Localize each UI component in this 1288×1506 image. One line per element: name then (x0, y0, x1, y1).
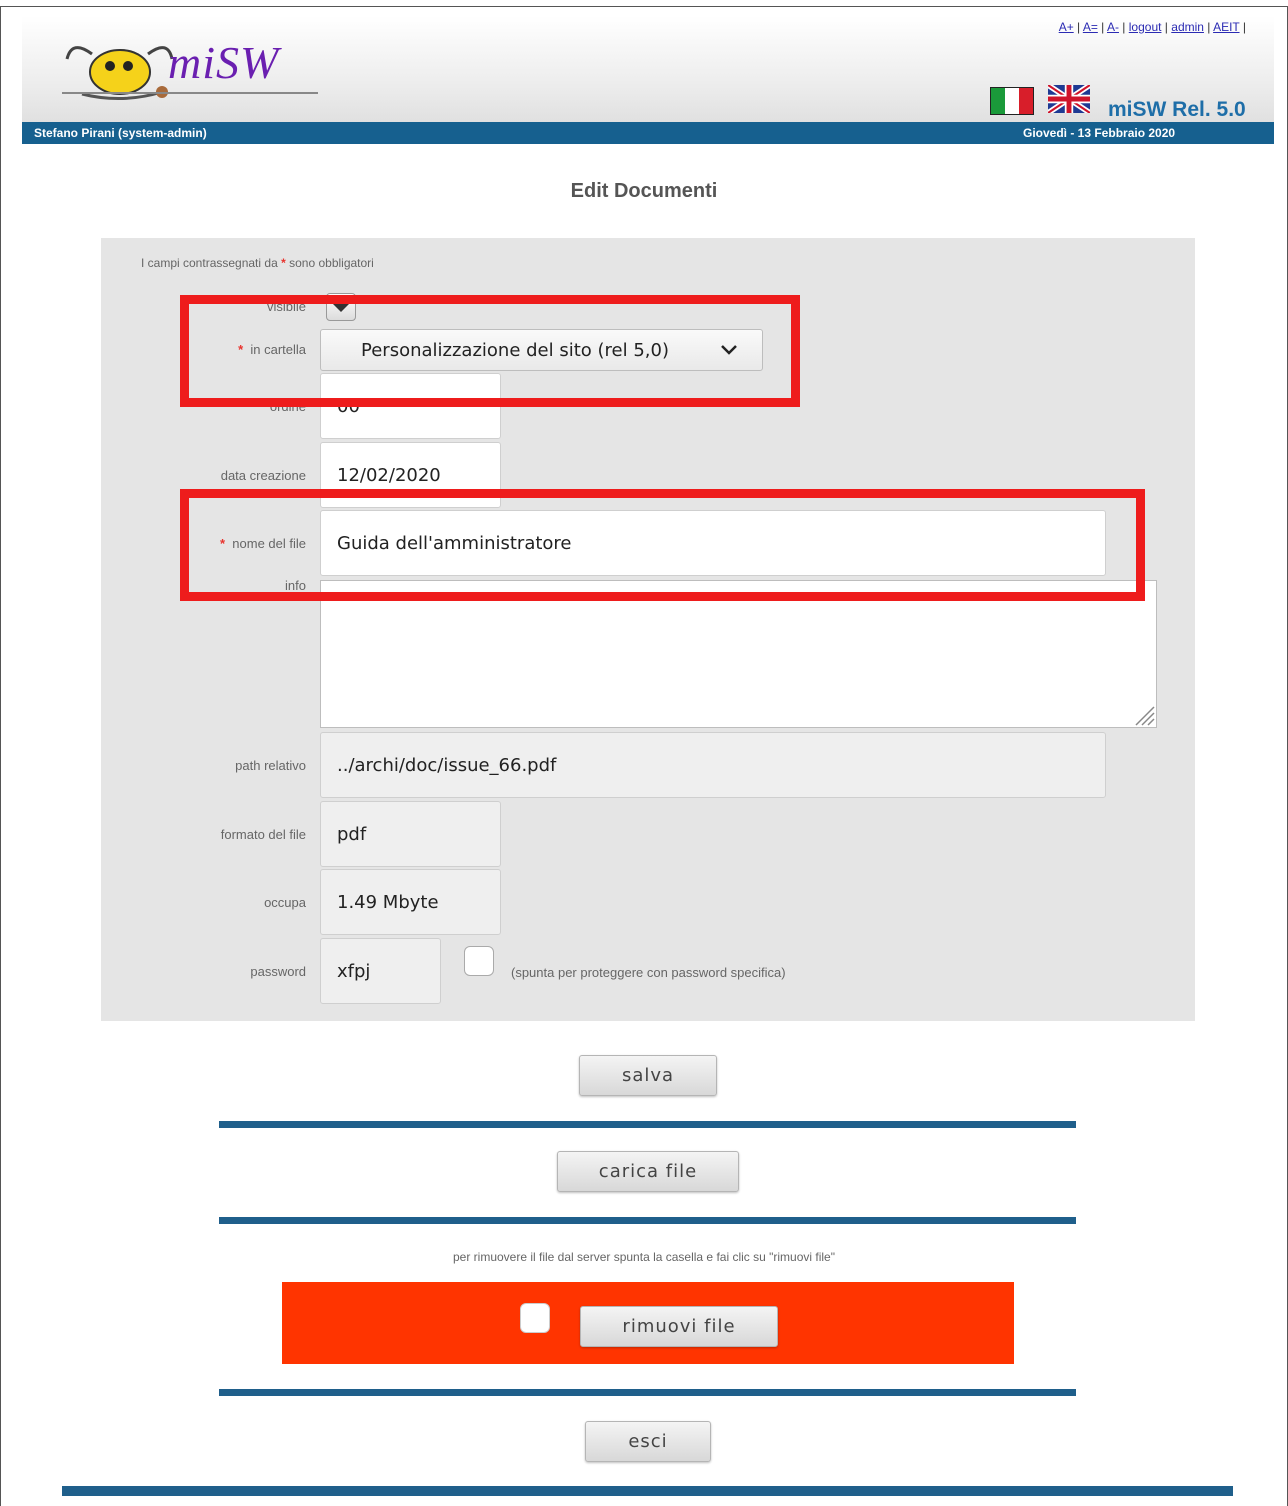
uk-flag-icon[interactable] (1048, 85, 1090, 113)
cartella-label: * in cartella (238, 342, 306, 357)
current-user: Stefano Pirani (system-admin) (34, 126, 207, 140)
ordine-input[interactable]: 00 (320, 373, 501, 439)
data-creazione-label: data creazione (220, 468, 306, 483)
font-decrease-link[interactable]: A- (1107, 20, 1119, 34)
password-protect-checkbox[interactable] (464, 946, 494, 976)
document-form-panel: I campi contrassegnati da * sono obbliga… (101, 238, 1195, 1021)
logo-text: miSW (168, 37, 280, 88)
logo-underline (62, 92, 318, 94)
resize-handle-icon[interactable] (1126, 697, 1156, 727)
window-border-top (0, 6, 1288, 7)
footer-divider (62, 1486, 1233, 1496)
required-fields-note: I campi contrassegnati da * sono obbliga… (141, 256, 374, 270)
path-relativo-field: ../archi/doc/issue_66.pdf (320, 732, 1106, 798)
data-creazione-input[interactable]: 12/02/2020 (320, 442, 501, 508)
window-border-left (0, 6, 1, 1506)
visibile-select[interactable] (326, 293, 356, 321)
ordine-label: ordine (269, 399, 306, 414)
remove-file-button[interactable]: rimuovi file (580, 1306, 778, 1347)
font-reset-link[interactable]: A= (1083, 20, 1098, 34)
chevron-down-icon (333, 304, 349, 312)
remove-file-panel: rimuovi file (282, 1282, 1014, 1364)
font-increase-link[interactable]: A+ (1059, 20, 1074, 34)
top-links: A+ | A= | A- | logout | admin | AEIT | (1058, 20, 1246, 34)
cartella-select[interactable]: Personalizzazione del sito (rel 5,0) (320, 329, 763, 371)
page-title: Edit Documenti (570, 180, 718, 202)
occupa-field: 1.49 Mbyte (320, 869, 501, 935)
formato-label: formato del file (220, 827, 306, 842)
site-header: miSW A+ | A= | A- | logout | admin | AEI… (22, 16, 1274, 144)
italian-flag-icon[interactable] (990, 87, 1034, 115)
current-date: Giovedì - 13 Febbraio 2020 (1023, 126, 1176, 140)
occupa-label: occupa (264, 895, 306, 910)
divider (219, 1121, 1076, 1128)
password-note: (spunta per proteggere con password spec… (511, 965, 786, 980)
password-input[interactable]: xfpj (320, 938, 441, 1004)
nome-file-input[interactable]: Guida dell'amministratore (320, 510, 1106, 576)
upload-file-button[interactable]: carica file (557, 1151, 739, 1192)
path-label: path relativo (235, 758, 306, 773)
aeit-link[interactable]: AEIT (1213, 20, 1239, 34)
admin-link[interactable]: admin (1171, 20, 1204, 34)
nome-file-label: * nome del file (219, 536, 306, 551)
remove-file-note: per rimuovere il file dal server spunta … (452, 1250, 835, 1264)
info-textarea[interactable] (320, 580, 1157, 728)
logout-link[interactable]: logout (1129, 20, 1162, 34)
divider (219, 1389, 1076, 1396)
visibile-label: visibile (266, 299, 306, 314)
formato-field: pdf (320, 801, 501, 867)
password-label: password (250, 964, 306, 979)
divider (219, 1217, 1076, 1224)
info-label: info (285, 578, 306, 593)
exit-button[interactable]: esci (585, 1421, 711, 1462)
release-label: miSW Rel. 5.0 (1108, 98, 1246, 121)
save-button[interactable]: salva (579, 1055, 717, 1096)
remove-file-checkbox[interactable] (520, 1303, 550, 1333)
chevron-down-icon (721, 345, 737, 355)
header-status-bar: Stefano Pirani (system-admin) Giovedì - … (22, 122, 1274, 144)
